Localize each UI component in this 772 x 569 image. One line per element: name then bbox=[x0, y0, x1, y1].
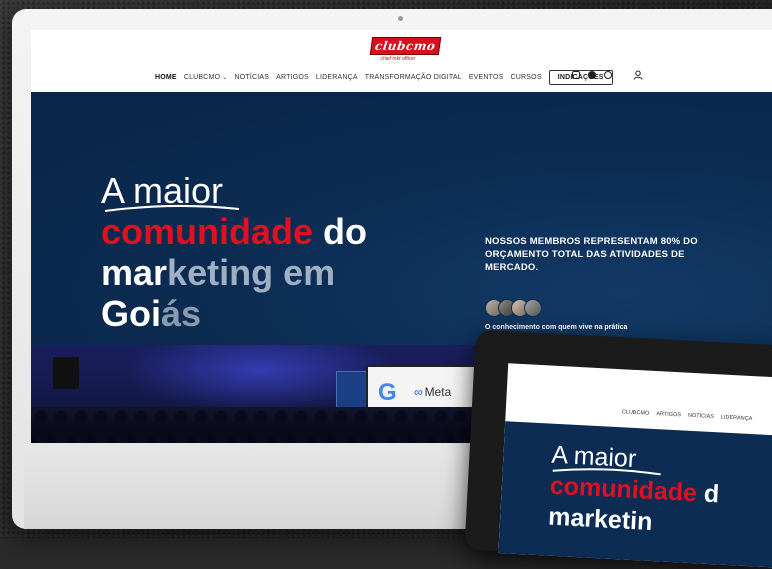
hero-caption: O conhecimento com quem vive na prática bbox=[485, 324, 628, 331]
nav-transformacao-digital[interactable]: TRANSFORMAÇÃO DIGITAL bbox=[365, 74, 462, 81]
nav-artigos[interactable]: ARTIGOS bbox=[276, 74, 309, 81]
hero-highlight-word: comunidade bbox=[101, 211, 314, 252]
hero-line-3-a: mar bbox=[101, 252, 168, 293]
nav-eventos[interactable]: EVENTOS bbox=[469, 74, 504, 81]
hero-headline: A maior comunidade do marketing em Goiás bbox=[101, 170, 367, 334]
nav-home[interactable]: HOME bbox=[155, 74, 177, 81]
clubcmo-logo[interactable]: clubcmo chief mkt officer bbox=[369, 37, 441, 62]
nav-clubcmo[interactable]: CLUBCMO ⌄ bbox=[184, 74, 228, 81]
chevron-down-icon: ⌄ bbox=[222, 74, 228, 81]
avatar bbox=[524, 299, 542, 317]
hero-line-1: A maior bbox=[101, 170, 367, 212]
tablet-line-1: A maior bbox=[551, 440, 722, 480]
tablet-nav-noticias[interactable]: NOTÍCIAS bbox=[688, 413, 714, 420]
hero-line-4: Goiás bbox=[101, 293, 201, 334]
hero-section: A maior comunidade do marketing em Goiás… bbox=[31, 92, 772, 345]
hero-line-2-rest: do bbox=[313, 211, 368, 252]
hero-line-3-b: keting em bbox=[167, 252, 336, 293]
event-banner bbox=[336, 371, 368, 411]
nav-noticias[interactable]: NOTÍCIAS bbox=[234, 74, 269, 81]
google-logo: G bbox=[378, 379, 397, 406]
tablet-headline: A maior comunidade d marketin bbox=[547, 440, 721, 542]
social-links bbox=[572, 71, 612, 79]
camera-dot bbox=[398, 16, 403, 21]
whatsapp-icon[interactable] bbox=[604, 71, 612, 79]
tablet-line-2-rest: d bbox=[696, 479, 720, 509]
member-avatars bbox=[485, 299, 542, 317]
tablet-nav-lideranca[interactable]: LIDERANÇA bbox=[721, 414, 753, 422]
logo-text: clubcmo bbox=[369, 37, 441, 55]
meta-infinity-icon: ∞ bbox=[414, 385, 423, 399]
instagram-icon[interactable] bbox=[572, 71, 580, 79]
tablet-nav-artigos[interactable]: ARTIGOS bbox=[656, 411, 681, 418]
user-icon[interactable] bbox=[633, 70, 643, 80]
underline-swoosh bbox=[104, 204, 240, 212]
speaker-box bbox=[53, 357, 79, 389]
main-nav: HOME CLUBCMO ⌄ NOTÍCIAS ARTIGOS LIDERANÇA… bbox=[155, 68, 613, 86]
hero-line-2: comunidade do bbox=[101, 211, 367, 252]
site-header: clubcmo chief mkt officer HOME CLUBCMO ⌄ … bbox=[31, 30, 772, 93]
nav-clubcmo-label: CLUBCMO bbox=[183, 73, 221, 81]
logo-tagline: chief mkt officer bbox=[380, 56, 416, 62]
hero-line-4-b: ás bbox=[161, 293, 202, 334]
meta-logo: ∞ Meta bbox=[414, 385, 451, 399]
tablet-line-3: marketin bbox=[547, 502, 654, 536]
tablet-hero: A maior comunidade d marketin bbox=[498, 421, 772, 569]
meta-logo-text: Meta bbox=[424, 385, 452, 399]
spotify-icon[interactable] bbox=[588, 71, 596, 79]
tablet-nav: CLUBCMO ARTIGOS NOTÍCIAS LIDERANÇA bbox=[622, 409, 753, 422]
nav-lideranca[interactable]: LIDERANÇA bbox=[316, 74, 358, 81]
nav-cursos[interactable]: CURSOS bbox=[511, 74, 542, 81]
tablet-mockup: CLUBCMO ARTIGOS NOTÍCIAS LIDERANÇA A mai… bbox=[464, 329, 772, 569]
hero-line-4-a: Goi bbox=[101, 293, 161, 334]
tablet-nav-clubcmo[interactable]: CLUBCMO bbox=[622, 409, 650, 416]
hero-line-3: marketing em bbox=[101, 252, 335, 293]
hero-stat-text: NOSSOS MEMBROS REPRESENTAM 80% DO ORÇAME… bbox=[485, 236, 698, 273]
